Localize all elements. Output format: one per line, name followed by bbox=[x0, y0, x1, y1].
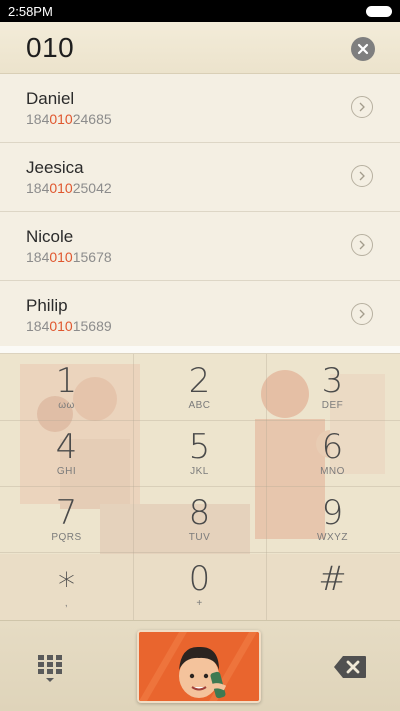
key-3[interactable]: 3 DEF bbox=[266, 354, 399, 420]
backspace-button[interactable] bbox=[333, 655, 367, 679]
contact-results-list: Daniel 18401024685 Jeesica 18401025042 N… bbox=[0, 74, 400, 346]
call-button[interactable] bbox=[137, 630, 261, 703]
contact-name: Philip bbox=[26, 296, 68, 315]
contact-number: 18401015678 bbox=[26, 249, 112, 265]
contact-detail-button[interactable] bbox=[351, 96, 373, 118]
clear-number-button[interactable] bbox=[351, 37, 375, 61]
contact-number: 18401024685 bbox=[26, 111, 112, 127]
key-5[interactable]: 5 JKL bbox=[133, 420, 266, 486]
backspace-icon bbox=[334, 656, 366, 678]
list-item[interactable]: Nicole 18401015678 bbox=[0, 212, 400, 281]
dialpad-toggle-button[interactable] bbox=[36, 653, 64, 683]
contact-detail-button[interactable] bbox=[351, 234, 373, 256]
key-star[interactable]: ∗ , bbox=[0, 552, 133, 618]
key-0[interactable]: 0 + bbox=[133, 552, 266, 618]
key-1[interactable]: 1 ωω bbox=[0, 354, 133, 420]
contact-name: Jeesica bbox=[26, 158, 84, 177]
status-bar: 2:58PM bbox=[0, 0, 400, 22]
dialed-number: 010 bbox=[26, 32, 75, 63]
contact-detail-button[interactable] bbox=[351, 303, 373, 325]
list-item[interactable]: Philip 18401015689 bbox=[0, 281, 400, 350]
chevron-right-icon bbox=[359, 240, 365, 250]
key-9[interactable]: 9 WXYZ bbox=[266, 486, 399, 552]
dialpad-icon bbox=[38, 655, 62, 682]
contact-detail-button[interactable] bbox=[351, 165, 373, 187]
number-display: 010 bbox=[0, 22, 400, 74]
contact-number: 18401015689 bbox=[26, 318, 112, 334]
close-icon bbox=[357, 43, 369, 55]
key-8[interactable]: 8 TUV bbox=[133, 486, 266, 552]
battery-icon bbox=[366, 5, 392, 17]
key-hash[interactable]: # bbox=[266, 552, 399, 618]
list-keypad-divider bbox=[0, 346, 400, 354]
contact-number: 18401025042 bbox=[26, 180, 112, 196]
call-illustration-icon bbox=[139, 632, 259, 701]
key-6[interactable]: 6 MNO bbox=[266, 420, 399, 486]
key-7[interactable]: 7 PQRS bbox=[0, 486, 133, 552]
chevron-right-icon bbox=[359, 309, 365, 319]
contact-name: Daniel bbox=[26, 89, 75, 108]
voicemail-icon: ωω bbox=[58, 399, 75, 411]
key-2[interactable]: 2 ABC bbox=[133, 354, 266, 420]
bottom-action-bar bbox=[0, 620, 400, 711]
keypad: 1 ωω 2 ABC 3 DEF 4 GHI 5 JKL 6 MNO 7 PQR… bbox=[0, 354, 400, 620]
status-time: 2:58PM bbox=[8, 3, 53, 19]
list-item[interactable]: Jeesica 18401025042 bbox=[0, 143, 400, 212]
contact-name: Nicole bbox=[26, 227, 74, 246]
list-item[interactable]: Daniel 18401024685 bbox=[0, 74, 400, 143]
key-4[interactable]: 4 GHI bbox=[0, 420, 133, 486]
chevron-right-icon bbox=[359, 171, 365, 181]
chevron-right-icon bbox=[359, 102, 365, 112]
